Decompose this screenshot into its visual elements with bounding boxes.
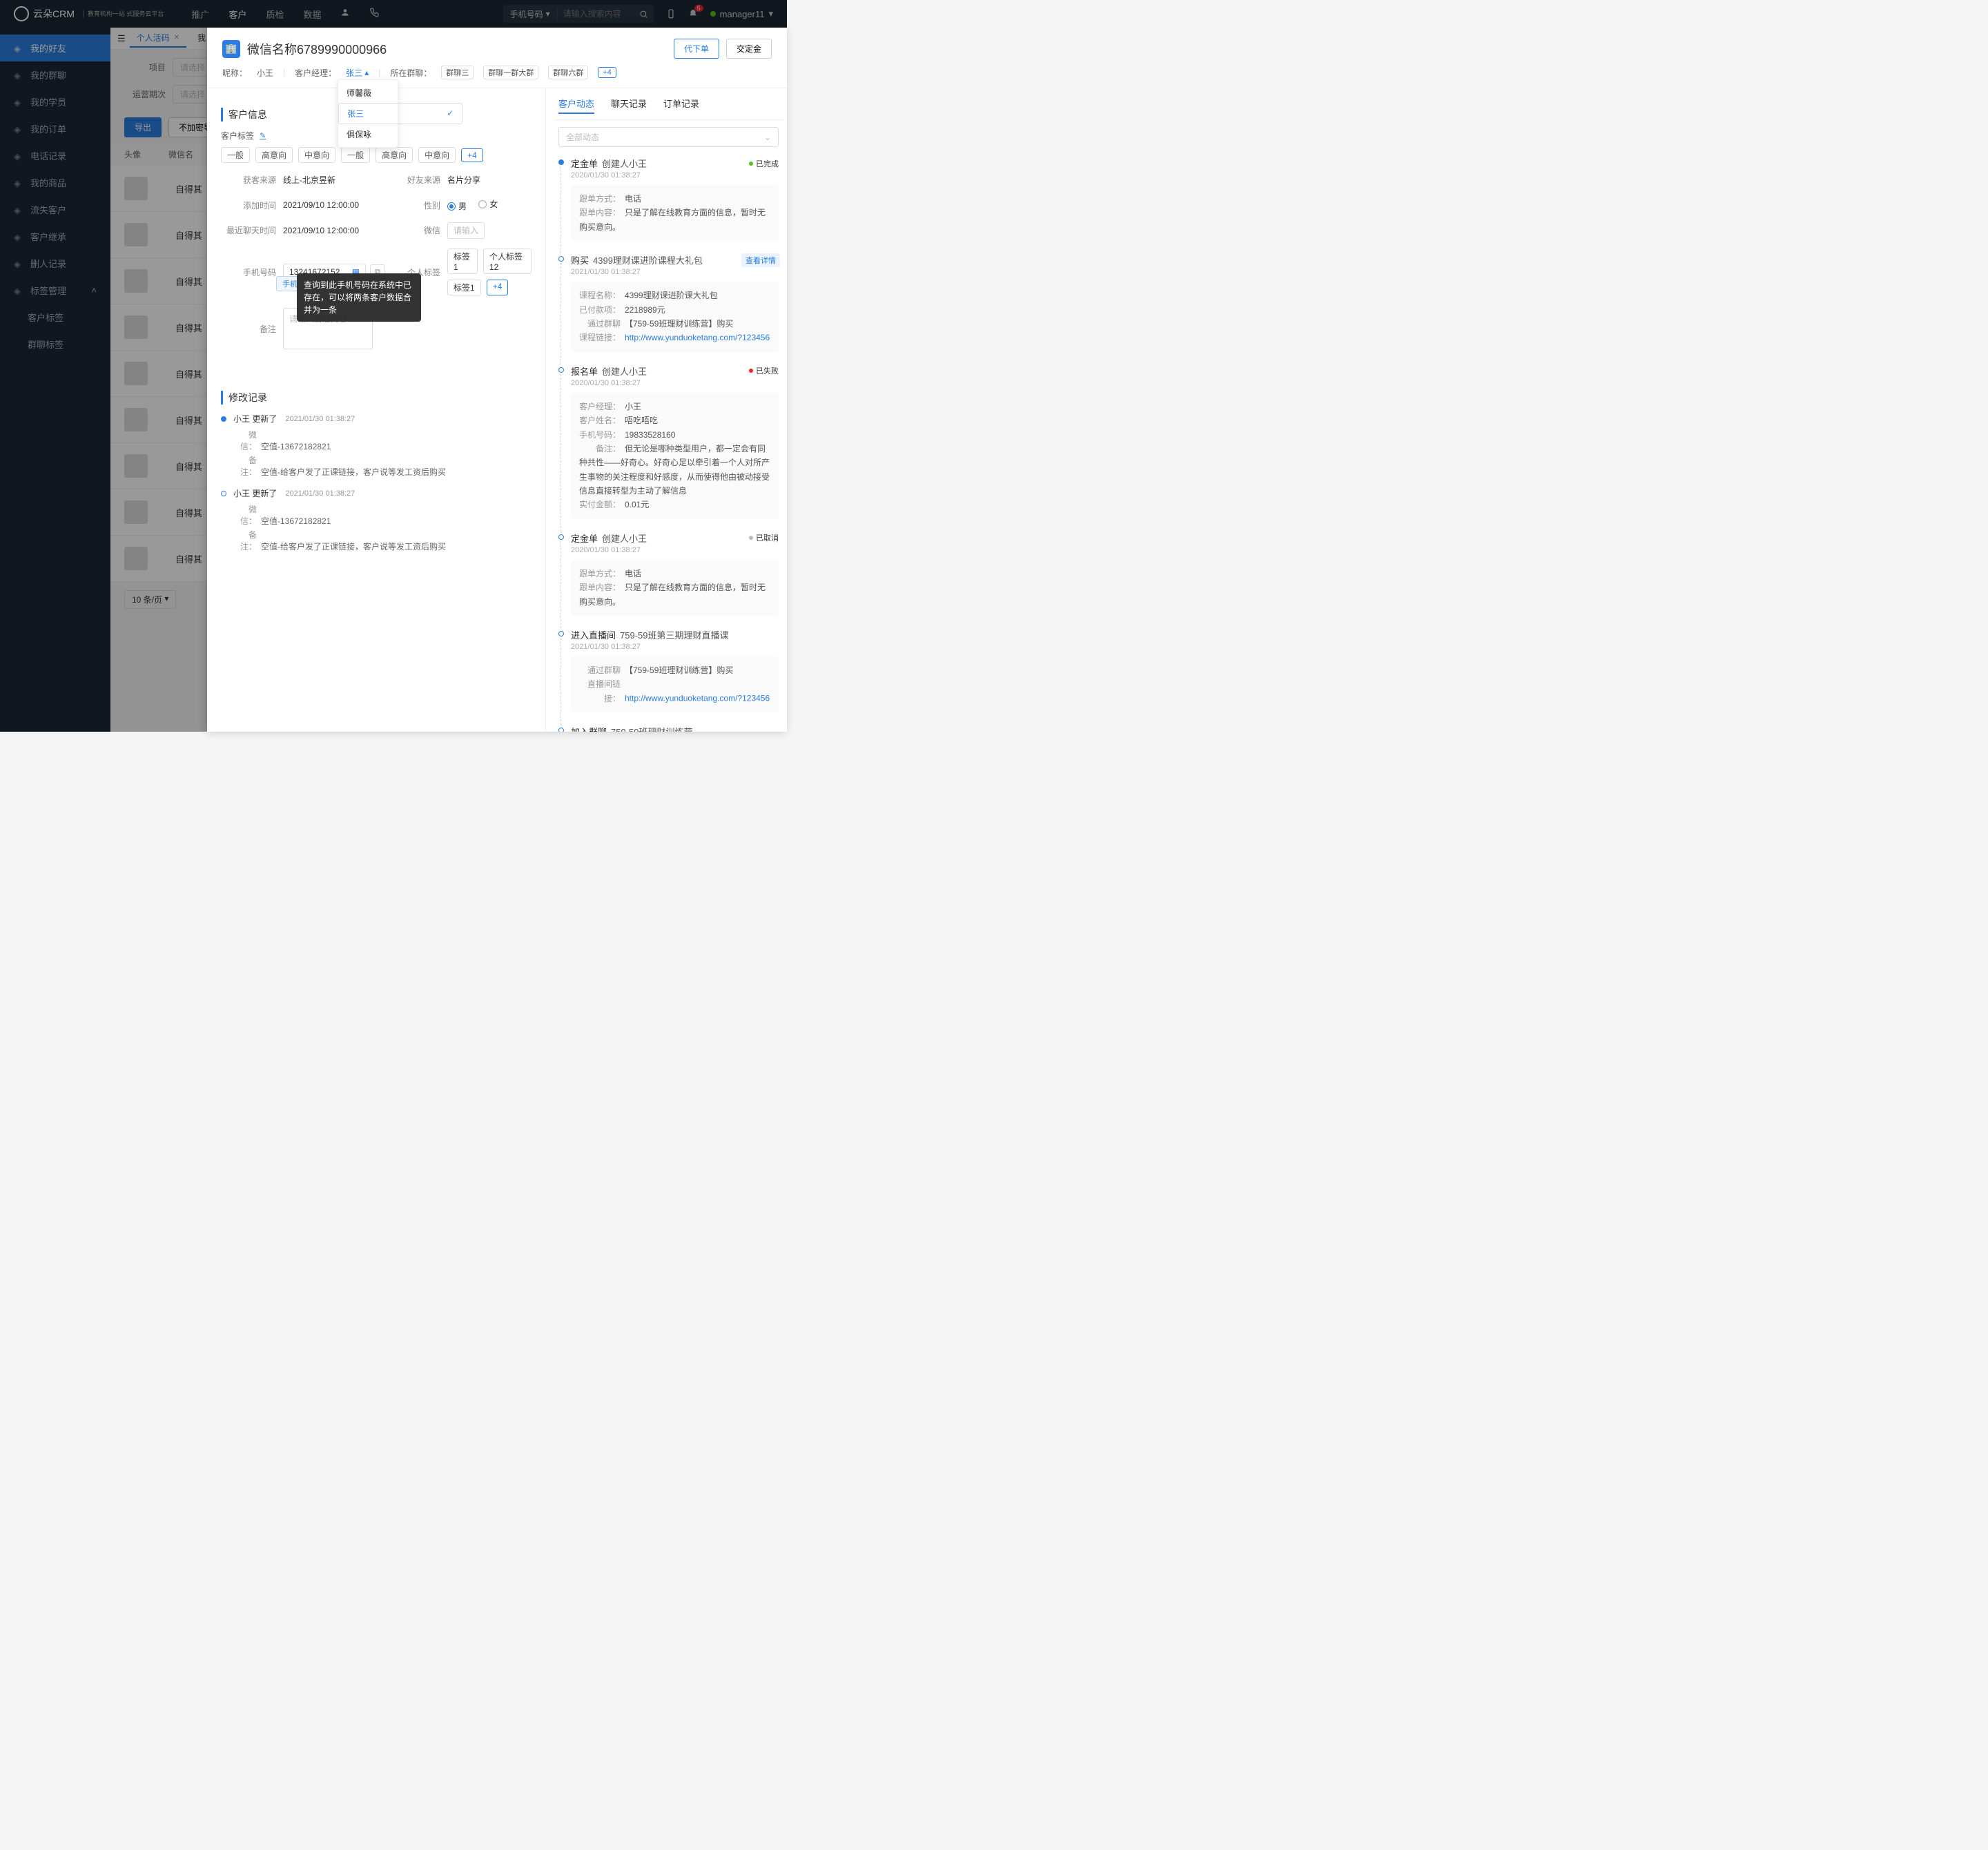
timeline-item: 进入直播间759-59班第三期理财直播课2021/01/30 01:38:27通… bbox=[558, 628, 779, 712]
activity-filter-select[interactable]: 全部动态⌄ bbox=[558, 127, 779, 147]
sex-male-radio[interactable]: 男 bbox=[447, 200, 467, 212]
manager-option[interactable]: 张三✓ bbox=[338, 103, 462, 124]
timeline-dot-icon bbox=[558, 256, 564, 262]
group-chip[interactable]: 群聊一群大群 bbox=[483, 66, 538, 79]
sex-label: 性别 bbox=[392, 199, 440, 211]
personal-tag[interactable]: 个人标签12 bbox=[483, 249, 532, 274]
drawer-header: 🏢 微信名称6789990000966 代下单 交定金 昵称：小王 | 客户经理… bbox=[207, 28, 787, 88]
group-chip[interactable]: 群聊六群 bbox=[548, 66, 588, 79]
customer-tag[interactable]: 高意向 bbox=[376, 147, 413, 163]
group-label: 所在群聊： bbox=[390, 67, 431, 79]
check-icon: ✓ bbox=[447, 108, 454, 118]
chevron-up-icon: ▴ bbox=[364, 68, 369, 77]
manager-option[interactable]: 师馨薇 bbox=[338, 83, 398, 103]
timeline-dot-icon bbox=[558, 631, 564, 636]
timeline-dot-icon bbox=[221, 491, 226, 496]
last-chat-value: 2021/09/10 12:00:00 bbox=[283, 226, 385, 235]
building-icon: 🏢 bbox=[222, 40, 240, 58]
timeline-dot-icon bbox=[221, 416, 226, 422]
timeline-item: 定金单创建人小王已取消2020/01/30 01:38:27跟单方式：电话跟单内… bbox=[558, 532, 779, 616]
tab-activity[interactable]: 客户动态 bbox=[558, 97, 594, 114]
place-order-button[interactable]: 代下单 bbox=[674, 39, 719, 59]
group-more[interactable]: +4 bbox=[598, 67, 616, 78]
info-form: 获客来源 线上-北京昱新 好友来源 名片分享 添加时间 2021/09/10 1… bbox=[221, 174, 532, 349]
tab-chat-log[interactable]: 聊天记录 bbox=[611, 97, 647, 114]
customer-tag[interactable]: 一般 bbox=[221, 147, 250, 163]
timeline-item: 加入群聊759-59班理财训练营2021/01/30 01:38:27入群方式：… bbox=[558, 725, 779, 732]
personal-tag[interactable]: 标签1 bbox=[447, 249, 478, 274]
personal-tag-more[interactable]: +4 bbox=[487, 280, 509, 295]
right-tabs: 客户动态 聊天记录 订单记录 bbox=[554, 97, 783, 120]
remark-label: 备注 bbox=[221, 323, 276, 335]
modify-record: 小王 更新了2021/01/30 01:38:27微信：空值-136721828… bbox=[221, 487, 532, 552]
timeline-item: 查看详情购买4399理财课进阶课程大礼包2021/01/30 01:38:27课… bbox=[558, 253, 779, 352]
manager-option[interactable]: 俱保咏 bbox=[338, 124, 398, 144]
customer-tag[interactable]: 中意向 bbox=[298, 147, 335, 163]
nick-label: 昵称： bbox=[222, 67, 247, 79]
wechat-input[interactable]: 请输入 bbox=[447, 222, 485, 239]
activity-timeline: 定金单创建人小王已完成2020/01/30 01:38:27跟单方式：电话跟单内… bbox=[554, 154, 783, 732]
timeline-dot-icon bbox=[558, 534, 564, 540]
add-time-label: 添加时间 bbox=[221, 199, 276, 211]
nick-value: 小王 bbox=[257, 67, 273, 79]
customer-tag[interactable]: 高意向 bbox=[255, 147, 293, 163]
add-time-value: 2021/09/10 12:00:00 bbox=[283, 200, 385, 210]
timeline-item: 报名单创建人小王已失败2020/01/30 01:38:27客户经理：小王客户姓… bbox=[558, 364, 779, 519]
tag-heading: 客户标签 bbox=[221, 130, 254, 142]
timeline-dot-icon bbox=[558, 728, 564, 732]
link[interactable]: http://www.yunduoketang.com/?123456 bbox=[625, 333, 770, 342]
customer-title: 微信名称6789990000966 bbox=[247, 40, 387, 58]
customer-tag[interactable]: 中意向 bbox=[418, 147, 456, 163]
link[interactable]: http://www.yunduoketang.com/?123456 bbox=[625, 694, 770, 703]
view-detail-link[interactable]: 查看详情 bbox=[741, 253, 780, 267]
mgr-label: 客户经理： bbox=[295, 67, 336, 79]
last-chat-label: 最近聊天时间 bbox=[221, 224, 276, 236]
timeline-dot-icon bbox=[558, 159, 564, 165]
phone-label: 手机号码 bbox=[221, 266, 276, 278]
timeline-item: 定金单创建人小王已完成2020/01/30 01:38:27跟单方式：电话跟单内… bbox=[558, 157, 779, 241]
timeline-dot-icon bbox=[558, 367, 564, 373]
manager-dropdown-trigger[interactable]: 张三▴ 师馨薇张三✓俱保咏 bbox=[346, 67, 369, 79]
drawer-left: 客户信息 客户标签 ✎ 一般高意向中意向一般高意向中意向+4 获客来源 线上-北… bbox=[207, 88, 545, 732]
drawer-right: 客户动态 聊天记录 订单记录 全部动态⌄ 定金单创建人小王已完成2020/01/… bbox=[545, 88, 787, 732]
modify-record: 小王 更新了2021/01/30 01:38:27微信：空值-136721828… bbox=[221, 413, 532, 478]
src-value: 线上-北京昱新 bbox=[283, 174, 385, 186]
friend-src-value: 名片分享 bbox=[447, 174, 532, 186]
wx-label: 微信 bbox=[392, 224, 440, 236]
manager-dropdown: 师馨薇张三✓俱保咏 bbox=[338, 79, 398, 148]
phone-duplicate-tooltip: 查询到此手机号码在系统中已存在，可以将两条客户数据合并为一条 bbox=[297, 273, 421, 322]
sex-female-radio[interactable]: 女 bbox=[478, 198, 498, 210]
friend-src-label: 好友来源 bbox=[392, 174, 440, 186]
section-modify-log: 修改记录 bbox=[221, 391, 532, 405]
personal-tag[interactable]: 标签1 bbox=[447, 280, 481, 295]
customer-tag[interactable]: 一般 bbox=[341, 147, 370, 163]
group-chip[interactable]: 群聊三 bbox=[441, 66, 474, 79]
customer-tag-more[interactable]: +4 bbox=[461, 148, 483, 162]
src-label: 获客来源 bbox=[221, 174, 276, 186]
customer-drawer: 🏢 微信名称6789990000966 代下单 交定金 昵称：小王 | 客户经理… bbox=[207, 28, 787, 732]
chevron-down-icon: ⌄ bbox=[764, 133, 771, 142]
edit-tags-icon[interactable]: ✎ bbox=[260, 131, 266, 140]
deposit-button[interactable]: 交定金 bbox=[726, 39, 772, 59]
tab-order-log[interactable]: 订单记录 bbox=[663, 97, 699, 114]
